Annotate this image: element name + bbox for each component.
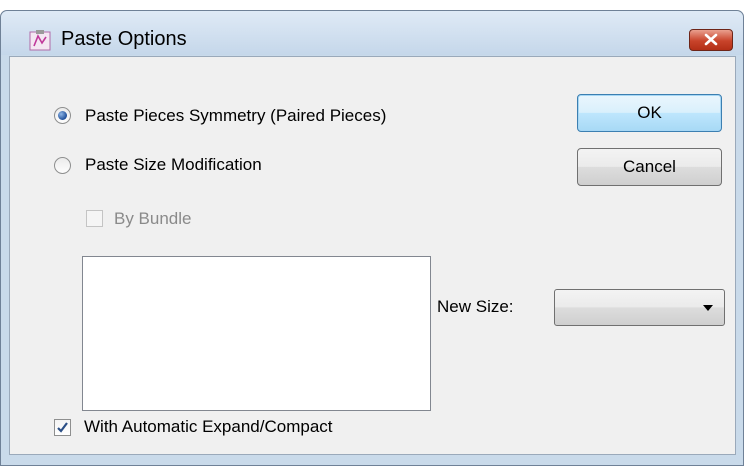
checkmark-icon: [57, 422, 68, 433]
close-button[interactable]: [689, 29, 733, 51]
paste-size-label[interactable]: Paste Size Modification: [85, 155, 262, 175]
auto-expand-label[interactable]: With Automatic Expand/Compact: [84, 417, 333, 437]
title-bar[interactable]: Paste Options: [1, 11, 743, 55]
ok-button[interactable]: OK: [577, 94, 722, 132]
paste-symmetry-radio[interactable]: [54, 107, 71, 124]
close-icon: [704, 33, 718, 46]
paste-size-radio[interactable]: [54, 157, 71, 174]
chevron-down-icon: [703, 305, 713, 311]
radio-selected-dot: [58, 111, 67, 120]
by-bundle-label: By Bundle: [114, 209, 192, 228]
paste-symmetry-label[interactable]: Paste Pieces Symmetry (Paired Pieces): [85, 106, 386, 126]
window-title: Paste Options: [61, 28, 187, 50]
by-bundle-checkbox[interactable]: [86, 210, 103, 227]
app-icon: [29, 30, 51, 51]
dialog-body: Paste Pieces Symmetry (Paired Pieces) Pa…: [9, 56, 736, 455]
new-size-select[interactable]: [554, 289, 725, 326]
auto-expand-checkbox[interactable]: [54, 419, 71, 436]
size-list[interactable]: [82, 256, 431, 411]
paste-options-dialog: Paste Options Paste Pieces Symmetry (Pai…: [0, 10, 744, 466]
cancel-button[interactable]: Cancel: [577, 148, 722, 186]
new-size-label: New Size:: [437, 297, 514, 316]
